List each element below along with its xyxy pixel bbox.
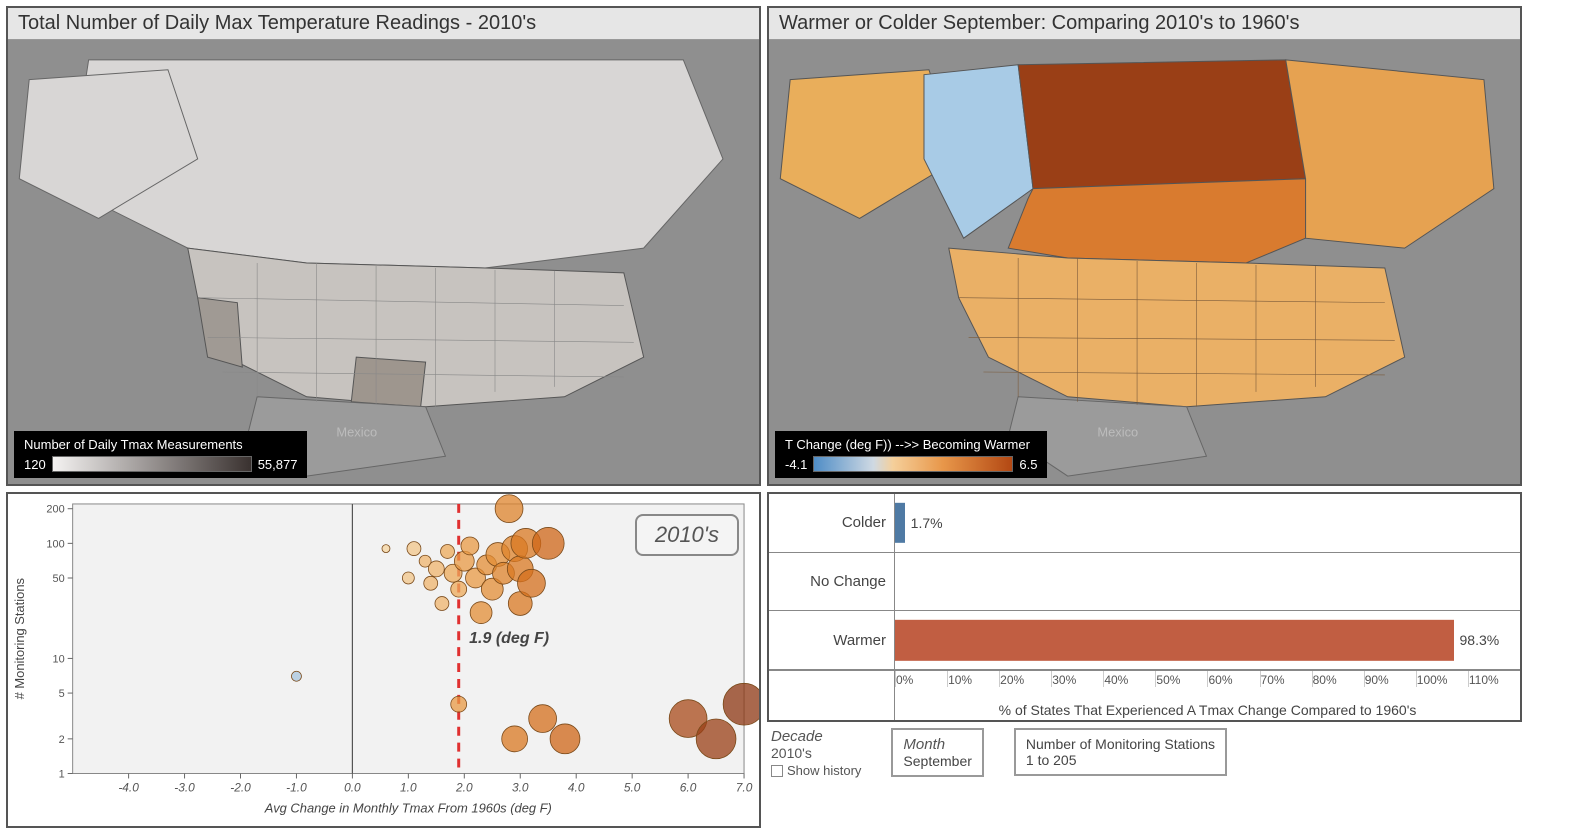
svg-text:Avg Change in Monthly Tmax Fro: Avg Change in Monthly Tmax From 1960s (d… — [264, 800, 552, 815]
bar-track — [895, 553, 1520, 611]
legend-left-min: 120 — [24, 457, 46, 472]
svg-text:5: 5 — [59, 688, 65, 700]
svg-text:7.0: 7.0 — [736, 780, 753, 794]
barchart[interactable]: Colder 1.7% No ChangeWarmer 98.3% 0%10%20%3… — [769, 494, 1520, 720]
svg-text:5.0: 5.0 — [624, 780, 641, 794]
panel-title-right: Warmer or Colder September: Comparing 20… — [769, 8, 1520, 40]
svg-text:Mexico: Mexico — [1097, 424, 1138, 439]
map-left-svg: Mexico — [8, 40, 759, 484]
svg-text:-1.0: -1.0 — [286, 780, 307, 794]
control-stations-value: 1 to 205 — [1026, 752, 1215, 768]
legend-left-max: 55,877 — [258, 457, 298, 472]
scatter[interactable]: -4.0 -3.0 -2.0 -1.0 0.0 1.0 2.0 3.0 4.0 5.0 6.0 7.0… — [8, 494, 759, 826]
svg-text:-2.0: -2.0 — [230, 780, 251, 794]
controls-row: Decade 2010's Show history Month Septemb… — [767, 728, 1522, 828]
svg-text:2.0: 2.0 — [455, 780, 473, 794]
scatter-decade-badge: 2010's — [635, 514, 739, 556]
svg-text:Mexico: Mexico — [336, 424, 377, 439]
control-decade-value: 2010's — [771, 745, 861, 761]
map-right-area[interactable]: Mexico — [769, 40, 1520, 484]
legend-right: T Change (deg F)) -->> Becoming Warmer -… — [775, 431, 1047, 478]
control-stations[interactable]: Number of Monitoring Stations 1 to 205 — [1014, 728, 1227, 776]
bar-tick: 90% — [1364, 671, 1416, 687]
bar-tick: 110% — [1468, 671, 1520, 687]
svg-text:1.0: 1.0 — [400, 780, 417, 794]
svg-text:4.0: 4.0 — [568, 780, 585, 794]
panel-left-map: Total Number of Daily Max Temperature Re… — [6, 6, 761, 486]
bar-value: 98.3% — [1460, 632, 1500, 648]
svg-text:0.0: 0.0 — [344, 780, 361, 794]
svg-text:-4.0: -4.0 — [118, 780, 139, 794]
bar-fill — [895, 503, 905, 543]
panel-scatter: -4.0 -3.0 -2.0 -1.0 0.0 1.0 2.0 3.0 4.0 5.0 6.0 7.0… — [6, 492, 761, 828]
bar-label: Colder — [769, 494, 895, 552]
legend-right-gradient — [813, 456, 1013, 472]
control-decade[interactable]: Decade 2010's Show history — [771, 728, 861, 778]
bar-fill — [895, 620, 1454, 660]
legend-left-gradient — [52, 456, 252, 472]
legend-right-max: 6.5 — [1019, 457, 1037, 472]
svg-text:1: 1 — [59, 768, 65, 780]
legend-right-title: T Change (deg F)) -->> Becoming Warmer — [785, 437, 1037, 452]
map-left-area[interactable]: Mexico — [8, 40, 759, 484]
legend-left-title: Number of Daily Tmax Measurements — [24, 437, 297, 452]
bar-tick: 10% — [947, 671, 999, 687]
bar-track: 98.3% — [895, 611, 1520, 669]
bar-value: 1.7% — [911, 515, 943, 531]
bar-row: Colder 1.7% — [769, 494, 1520, 553]
map-right-svg: Mexico — [769, 40, 1520, 484]
scatter-ref-label: 1.9 (deg F) — [469, 630, 549, 648]
panel-right-map: Warmer or Colder September: Comparing 20… — [767, 6, 1522, 486]
bar-tick: 40% — [1103, 671, 1155, 687]
bar-label: No Change — [769, 553, 895, 611]
bar-tick: 50% — [1155, 671, 1207, 687]
bar-row: Warmer 98.3% — [769, 611, 1520, 670]
bar-tick: 100% — [1416, 671, 1468, 687]
bar-tick: 20% — [999, 671, 1051, 687]
bar-tick: 70% — [1260, 671, 1312, 687]
legend-left: Number of Daily Tmax Measurements 120 55… — [14, 431, 307, 478]
bar-track: 1.7% — [895, 494, 1520, 552]
bar-label: Warmer — [769, 611, 895, 669]
svg-text:50: 50 — [53, 573, 65, 585]
control-stations-label: Number of Monitoring Stations — [1026, 736, 1215, 752]
barchart-xlabel: % of States That Experienced A Tmax Chan… — [895, 702, 1520, 718]
bar-tick: 60% — [1207, 671, 1259, 687]
svg-text:200: 200 — [46, 504, 64, 516]
bar-row: No Change — [769, 553, 1520, 612]
control-month-value: September — [903, 753, 971, 769]
control-decade-label: Decade — [771, 728, 861, 745]
legend-right-min: -4.1 — [785, 457, 807, 472]
svg-text:-3.0: -3.0 — [174, 780, 195, 794]
bar-tick: 30% — [1051, 671, 1103, 687]
checkbox-icon[interactable] — [771, 765, 783, 777]
panel-barchart: Colder 1.7% No ChangeWarmer 98.3% 0%10%20%3… — [767, 492, 1522, 722]
svg-text:# Monitoring Stations: # Monitoring Stations — [12, 578, 27, 699]
control-month[interactable]: Month September — [891, 728, 983, 777]
panel-title-left: Total Number of Daily Max Temperature Re… — [8, 8, 759, 40]
svg-text:100: 100 — [46, 538, 64, 550]
control-month-label: Month — [903, 736, 971, 753]
control-show-history: Show history — [787, 763, 861, 778]
svg-text:6.0: 6.0 — [680, 780, 697, 794]
svg-text:2: 2 — [59, 734, 65, 746]
bar-tick: 80% — [1312, 671, 1364, 687]
svg-text:10: 10 — [53, 653, 65, 665]
bar-tick: 0% — [895, 671, 947, 687]
svg-text:3.0: 3.0 — [512, 780, 529, 794]
